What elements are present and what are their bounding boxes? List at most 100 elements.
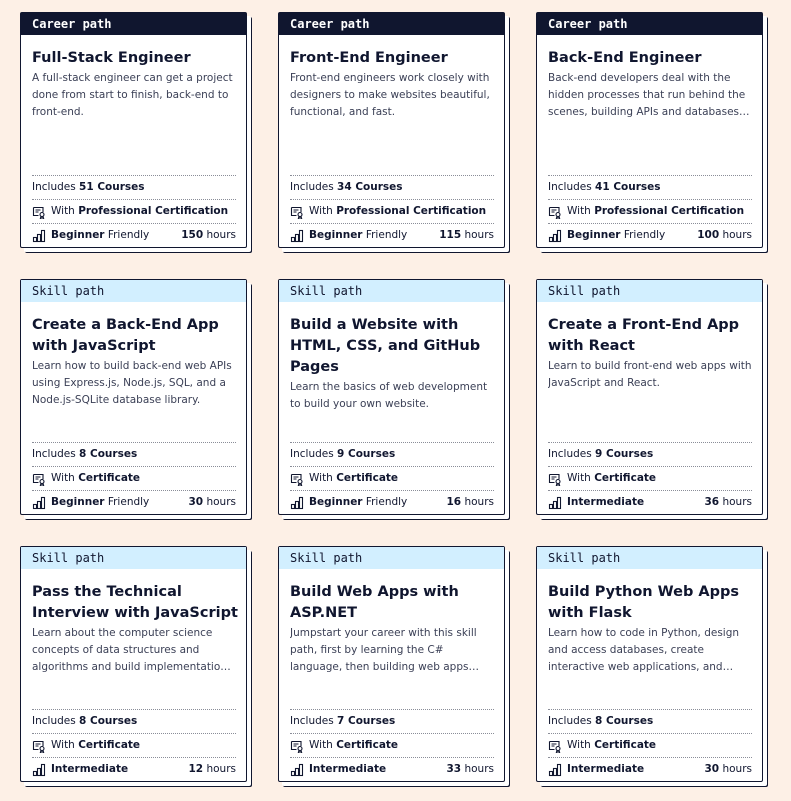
difficulty-suffix: Friendly <box>107 229 150 241</box>
path-type-label: Career path <box>279 13 504 35</box>
difficulty-level: Beginner <box>309 496 363 508</box>
path-title: Create a Front-End App with React <box>548 317 740 354</box>
time-estimate: 115 hours <box>439 224 494 247</box>
path-title: Build Web Apps with ASP.NET <box>290 584 459 621</box>
path-card[interactable]: Skill path Create a Back-End App with Ja… <box>20 279 247 515</box>
certification-type: Professional Certification <box>336 205 487 217</box>
signal-bars-icon <box>32 496 46 510</box>
path-meta: Includes 8 Courses With Certificate <box>548 709 752 781</box>
hours-unit: hours <box>722 496 752 508</box>
certificate-icon <box>548 205 562 220</box>
time-estimate: 30 hours <box>705 758 753 781</box>
hours-unit: hours <box>722 229 752 241</box>
path-title: Create a Back-End App with JavaScript <box>32 317 219 354</box>
path-description: A full-stack engineer can get a project … <box>32 72 233 118</box>
path-type-label: Skill path <box>537 547 762 569</box>
path-card[interactable]: Skill path Build Python Web Apps with Fl… <box>536 546 763 782</box>
path-title: Full-Stack Engineer <box>32 50 191 66</box>
certificate-icon <box>32 205 46 220</box>
difficulty-level: Beginner <box>51 496 105 508</box>
level-row: Beginner Friendly 16 hours <box>290 490 494 514</box>
path-card[interactable]: Career path Front-End Engineer Front-end… <box>278 12 505 248</box>
certificate-icon <box>32 472 46 487</box>
path-meta: Includes 41 Courses With Professional Ce… <box>548 175 752 247</box>
hours-value: 12 <box>188 763 204 775</box>
includes-label: Includes <box>32 715 76 727</box>
path-description: Learn the basics of web development to b… <box>290 381 488 410</box>
level-row: Intermediate 36 hours <box>548 490 752 514</box>
path-type-label: Skill path <box>21 280 246 302</box>
certificate-row: With Certificate <box>32 733 236 757</box>
hours-value: 36 <box>704 496 720 508</box>
difficulty-level: Intermediate <box>567 763 645 775</box>
signal-bars-icon <box>548 496 562 510</box>
path-card[interactable]: Skill path Build a Website with HTML, CS… <box>278 279 505 515</box>
certificate-icon <box>290 205 304 220</box>
hours-unit: hours <box>464 763 494 775</box>
path-card[interactable]: Skill path Create a Front-End App with R… <box>536 279 763 515</box>
path-meta: Includes 51 Courses With Professional Ce… <box>32 175 236 247</box>
courses-count: 9 Courses <box>595 448 654 460</box>
path-card[interactable]: Skill path Build Web Apps with ASP.NET J… <box>278 546 505 782</box>
certification-type: Certificate <box>336 739 399 751</box>
hours-unit: hours <box>206 496 236 508</box>
time-estimate: 30 hours <box>189 491 237 514</box>
certificate-icon <box>290 739 304 754</box>
certificate-row: With Certificate <box>290 466 494 490</box>
signal-bars-icon <box>32 763 46 777</box>
level-row: Beginner Friendly 150 hours <box>32 223 236 247</box>
difficulty-suffix: Friendly <box>365 229 408 241</box>
includes-label: Includes <box>290 715 334 727</box>
certification-type: Certificate <box>78 739 141 751</box>
level-row: Intermediate 12 hours <box>32 757 236 781</box>
hours-unit: hours <box>464 496 494 508</box>
signal-bars-icon <box>32 229 46 243</box>
courses-count: 9 Courses <box>337 448 396 460</box>
courses-count-row: Includes 7 Courses <box>290 709 494 733</box>
signal-bars-icon <box>548 229 562 243</box>
path-type-label: Career path <box>21 13 246 35</box>
includes-label: Includes <box>290 448 334 460</box>
path-title: Build Python Web Apps with Flask <box>548 584 740 621</box>
difficulty-level: Intermediate <box>309 763 387 775</box>
signal-bars-icon <box>290 229 304 243</box>
courses-count-row: Includes 51 Courses <box>32 175 236 199</box>
certificate-row: With Professional Certification <box>548 199 752 223</box>
difficulty-level: Beginner <box>567 229 621 241</box>
path-type-label: Career path <box>537 13 762 35</box>
difficulty-suffix: Friendly <box>107 496 150 508</box>
path-title: Front-End Engineer <box>290 50 448 66</box>
certification-type: Professional Certification <box>78 205 229 217</box>
courses-count: 8 Courses <box>79 448 138 460</box>
time-estimate: 16 hours <box>447 491 495 514</box>
courses-count: 34 Courses <box>337 181 403 193</box>
certificate-row: With Certificate <box>290 733 494 757</box>
path-type-label: Skill path <box>279 547 504 569</box>
hours-value: 100 <box>697 229 720 241</box>
hours-value: 30 <box>704 763 720 775</box>
with-label: With <box>51 472 75 484</box>
includes-label: Includes <box>548 181 592 193</box>
path-meta: Includes 34 Courses With Professional Ce… <box>290 175 494 247</box>
difficulty-level: Beginner <box>51 229 105 241</box>
path-type-label: Skill path <box>279 280 504 302</box>
path-title: Back-End Engineer <box>548 50 702 66</box>
path-card[interactable]: Career path Back-End Engineer Back-end d… <box>536 12 763 248</box>
time-estimate: 100 hours <box>697 224 752 247</box>
path-type-label: Skill path <box>21 547 246 569</box>
with-label: With <box>309 739 333 751</box>
includes-label: Includes <box>290 181 334 193</box>
path-description: Learn how to build back-end web APIs usi… <box>32 360 232 406</box>
path-title: Pass the Technical Interview with JavaSc… <box>32 584 238 621</box>
path-card[interactable]: Career path Full-Stack Engineer A full-s… <box>20 12 247 248</box>
path-description: Jumpstart your career with this skill pa… <box>290 627 477 673</box>
includes-label: Includes <box>548 448 592 460</box>
path-description: Front-end engineers work closely with de… <box>290 72 490 118</box>
with-label: With <box>567 205 591 217</box>
hours-value: 30 <box>188 496 204 508</box>
hours-value: 33 <box>446 763 462 775</box>
courses-count: 8 Courses <box>79 715 138 727</box>
path-card[interactable]: Skill path Pass the Technical Interview … <box>20 546 247 782</box>
signal-bars-icon <box>290 763 304 777</box>
certificate-icon <box>548 739 562 754</box>
